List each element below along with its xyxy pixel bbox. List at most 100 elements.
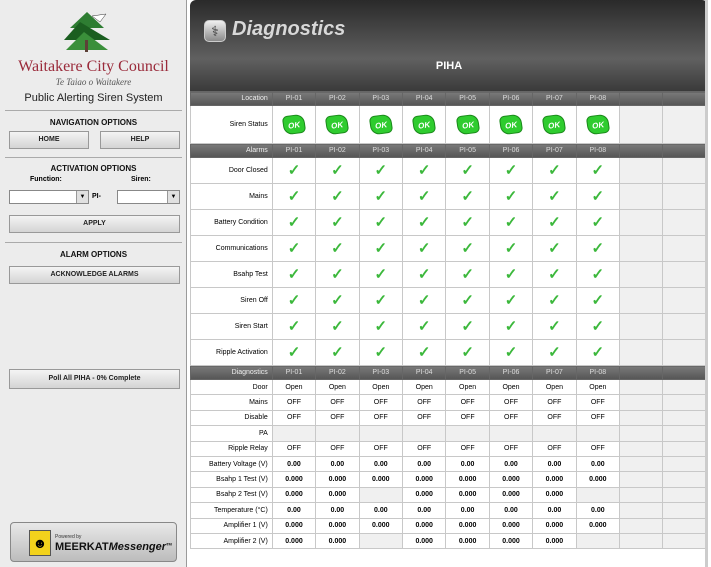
alarm-cell: ✓ (532, 235, 577, 262)
diagnostic-cell: 0.000 (315, 486, 360, 504)
check-icon: ✓ (591, 240, 605, 257)
diagnostic-cell: 0.000 (532, 532, 577, 550)
status-cell: OK (358, 105, 404, 144)
check-icon: ✓ (374, 214, 388, 231)
empty-cell (619, 440, 664, 457)
diagnostic-cell (488, 425, 534, 442)
row-label: Battery Voltage (V) (190, 455, 273, 473)
siren-select[interactable]: ▼ (117, 190, 180, 204)
diagnostic-row: Door Open Open Open Open Open Open Open Open (190, 378, 708, 396)
diagnostic-cell: 0.000 (358, 471, 404, 488)
alarm-row: Ripple Activation ✓ ✓ ✓ ✓ ✓ ✓ ✓ ✓ (190, 339, 708, 366)
check-icon: ✓ (461, 188, 474, 205)
check-icon: ✓ (548, 344, 561, 361)
diagnostic-cell: 0.00 (271, 455, 317, 473)
diagnostic-cell: OFF (488, 394, 534, 411)
empty-cell (662, 532, 708, 550)
check-icon: ✓ (287, 240, 301, 257)
siren-column-header: PI-06 (488, 91, 534, 106)
diagnostic-row: Mains OFF OFF OFF OFF OFF OFF OFF OFF (190, 394, 708, 411)
council-maori-name: Te Taiao o Waitakere (55, 77, 132, 87)
check-icon: ✓ (548, 318, 561, 335)
diagnostic-row: Battery Voltage (V) 0.00 0.00 0.00 0.00 0.00 0… (190, 455, 708, 473)
diagnostic-cell: OFF (445, 409, 490, 427)
alarm-row: Communications ✓ ✓ ✓ ✓ ✓ ✓ ✓ ✓ (190, 235, 708, 262)
row-label: Bsahp 2 Test (V) (190, 486, 273, 504)
empty-cell (619, 394, 664, 411)
diagnostic-cell: 0.00 (358, 502, 404, 519)
check-icon: ✓ (374, 292, 388, 309)
alarm-cell: ✓ (575, 183, 621, 210)
check-icon: ✓ (461, 240, 474, 257)
alarm-cell: ✓ (358, 261, 404, 288)
diagnostic-cell: OFF (445, 440, 490, 457)
diagnostic-cell: OFF (532, 409, 577, 427)
empty-cell (662, 486, 708, 504)
diagnostic-cell (445, 425, 490, 442)
siren-column-header: PI-08 (575, 143, 621, 158)
diagnostic-cell: Open (401, 378, 447, 396)
alarm-cell: ✓ (532, 261, 577, 288)
check-icon: ✓ (548, 162, 561, 179)
check-icon: ✓ (504, 344, 518, 361)
siren-column-header: PI-07 (532, 143, 577, 158)
trademark: TM (166, 541, 172, 547)
diagnostic-cell: 0.000 (575, 517, 621, 534)
siren-column-header: PI-05 (445, 143, 490, 158)
home-button[interactable]: HOME (9, 131, 89, 149)
alarm-cell: ✓ (532, 157, 577, 184)
alarm-cell: ✓ (488, 261, 534, 288)
help-button[interactable]: HELP (100, 131, 180, 149)
diagnostic-cell: 0.000 (532, 471, 577, 488)
check-icon: ✓ (504, 214, 518, 231)
row-label: Communications (190, 235, 273, 262)
page-title: Diagnostics (232, 18, 346, 40)
row-label: Diagnostics (190, 365, 273, 380)
diagnostic-cell: Open (445, 378, 490, 396)
scrollbar[interactable] (705, 0, 708, 567)
empty-cell (619, 517, 664, 534)
diagnostic-cell: OFF (271, 394, 317, 411)
empty-cell (662, 157, 708, 184)
siren-label: Siren: (131, 176, 151, 183)
check-icon: ✓ (287, 292, 301, 309)
empty-cell (619, 313, 664, 340)
diagnostic-cell: 0.000 (532, 517, 577, 534)
brand-part-2: Messenger (108, 541, 167, 553)
alarm-cell: ✓ (401, 209, 447, 236)
diagnostic-row: PA (190, 425, 708, 442)
diagnostic-cell: 0.00 (575, 455, 621, 473)
check-icon: ✓ (548, 292, 561, 309)
siren-column-header: PI-07 (532, 91, 577, 106)
row-label: Bsahp 1 Test (V) (190, 471, 273, 488)
diagnostic-cell: OFF (532, 394, 577, 411)
ok-status-icon: OK (498, 113, 524, 136)
alarm-cell: ✓ (532, 183, 577, 210)
check-icon: ✓ (461, 266, 474, 283)
row-label: Alarms (190, 143, 273, 158)
check-icon: ✓ (374, 188, 388, 205)
row-label: Temperature (°C) (190, 502, 273, 519)
diagnostic-cell: Open (315, 378, 360, 396)
acknowledge-alarms-button[interactable]: ACKNOWLEDGE ALARMS (9, 266, 180, 284)
check-icon: ✓ (417, 318, 431, 335)
check-icon: ✓ (504, 292, 518, 309)
alarm-cell: ✓ (271, 157, 317, 184)
ok-status-icon: OK (411, 113, 437, 136)
function-label: Function: (30, 176, 62, 183)
diagnostics-header-row: Diagnostics PI-01 PI-02 PI-03 PI-04 PI-05 PI-0… (190, 365, 708, 380)
diagnostic-cell: OFF (401, 440, 447, 457)
poll-all-button[interactable]: Poll All PIHA - 0% Complete (9, 369, 180, 389)
chevron-down-icon: ▼ (76, 191, 88, 203)
ok-status-icon: OK (368, 113, 394, 136)
check-icon: ✓ (417, 240, 431, 257)
function-select[interactable]: ▼ (9, 190, 89, 204)
diagnostic-cell: OFF (271, 409, 317, 427)
diagnostic-row: Amplifier 1 (V) 0.000 0.000 0.000 0.000 0.000… (190, 517, 708, 534)
diagnostic-cell: 0.000 (271, 486, 317, 504)
empty-cell (619, 502, 664, 519)
alarm-cell: ✓ (271, 183, 317, 210)
apply-button[interactable]: APPLY (9, 215, 180, 233)
empty-cell (662, 409, 708, 427)
alarm-row: Bsahp Test ✓ ✓ ✓ ✓ ✓ ✓ ✓ ✓ (190, 261, 708, 288)
